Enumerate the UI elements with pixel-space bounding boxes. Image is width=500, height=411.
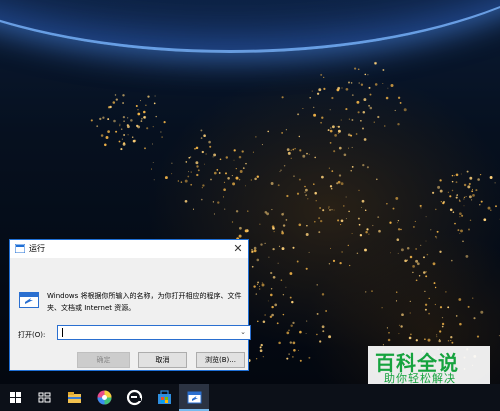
title-bar[interactable]: 运行 ✕ (10, 240, 248, 258)
task-view-icon[interactable] (36, 389, 53, 406)
browse-button[interactable]: 浏览(B)... (196, 352, 245, 368)
edge-icon[interactable] (126, 389, 143, 406)
ok-button[interactable]: 确定 (77, 352, 130, 368)
cancel-button[interactable]: 取消 (138, 352, 187, 368)
open-label: 打开(O): (18, 331, 46, 339)
run-icon (19, 292, 39, 308)
run-app-icon (15, 244, 25, 253)
dialog-description: Windows 将根据你所输入的名称，为你打开相应的程序、文件夹、文档或 Int… (47, 292, 242, 312)
chevron-down-icon[interactable]: ⌄ (238, 327, 248, 338)
text-caret (62, 328, 63, 337)
run-dialog: 运行 ✕ Windows 将根据你所输入的名称，为你打开相应的程序、文件夹、文档… (9, 239, 251, 371)
file-explorer-icon[interactable] (66, 389, 83, 406)
browser-icon[interactable] (96, 389, 113, 406)
run-icon[interactable] (186, 389, 203, 406)
watermark: 百科全说 助你轻松解决 (368, 346, 490, 385)
taskbar (0, 384, 500, 411)
open-input[interactable]: ⌄ (57, 325, 251, 340)
close-button[interactable]: ✕ (230, 241, 246, 257)
dialog-title: 运行 (29, 244, 45, 253)
store-icon[interactable] (156, 389, 173, 406)
windows-start-icon[interactable] (7, 389, 24, 406)
